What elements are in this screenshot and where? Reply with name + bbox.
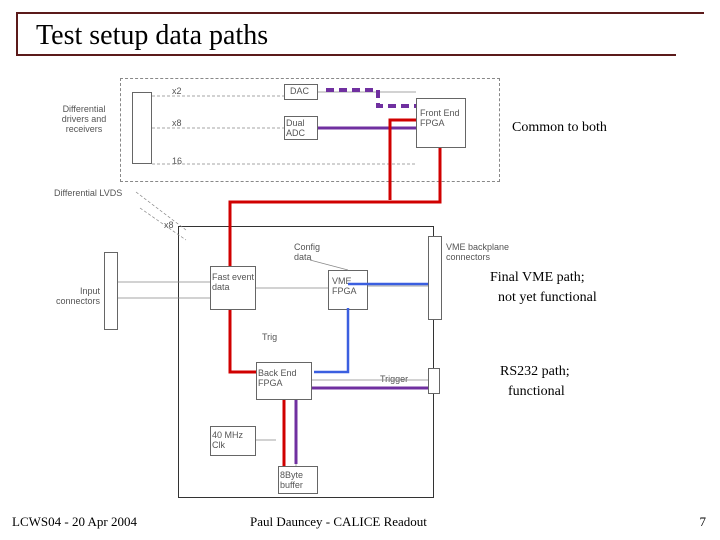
label-input-conn: Input connectors: [44, 286, 100, 306]
slide-title: Test setup data paths: [30, 20, 274, 52]
annot-common: Common to both: [512, 120, 607, 136]
annot-rs232-2: functional: [508, 384, 565, 400]
footer-left: LCWS04 - 20 Apr 2004: [12, 514, 137, 530]
annot-rs232-1: RS232 path;: [500, 364, 570, 380]
diagram-paths: [100, 72, 520, 502]
annot-vme-1: Final VME path;: [490, 270, 585, 286]
page-number: 7: [700, 514, 707, 530]
annot-vme-2: not yet functional: [498, 290, 597, 306]
title-underline: [16, 54, 676, 56]
diagram-area: Differential drivers and receivers x2 x8…: [100, 72, 520, 502]
footer-center: Paul Dauncey - CALICE Readout: [250, 514, 427, 530]
